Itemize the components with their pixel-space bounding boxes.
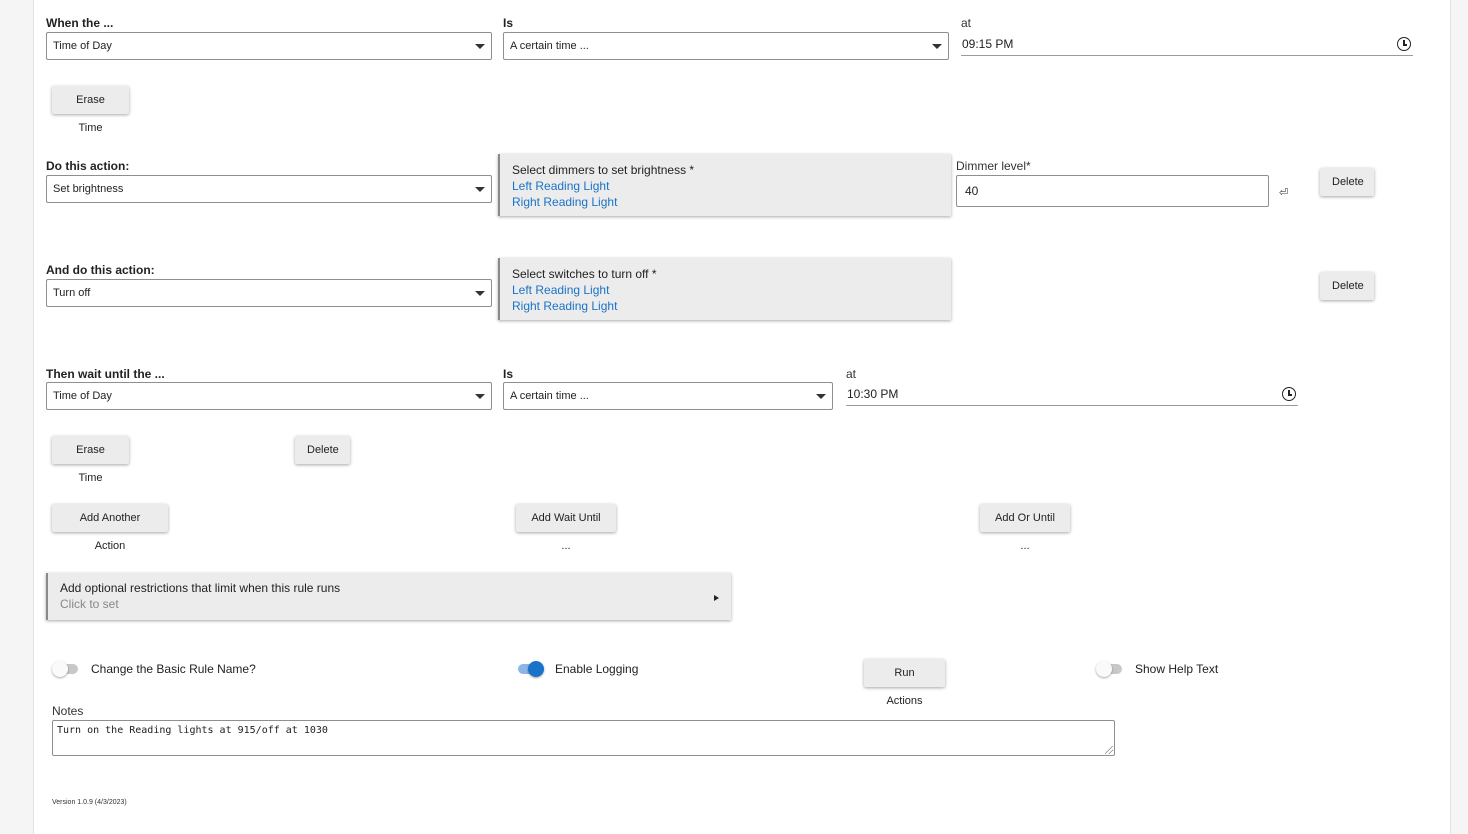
trigger-capability-value: Time of Day bbox=[53, 40, 112, 52]
toggle-knob bbox=[528, 661, 544, 677]
notes-value: Turn on the Reading lights at 915/off at… bbox=[57, 725, 328, 736]
chevron-down-icon bbox=[475, 44, 485, 49]
chevron-down-icon bbox=[475, 291, 485, 296]
add-another-action-button[interactable]: Add Another Action bbox=[52, 504, 168, 552]
dimmer-level-value: 40 bbox=[965, 184, 979, 198]
picker-title: Select switches to turn off * bbox=[512, 267, 657, 281]
when-label: When the ... bbox=[46, 16, 114, 30]
at-label: at bbox=[961, 16, 972, 30]
action1-label: Do this action: bbox=[46, 159, 130, 173]
chevron-down-icon bbox=[475, 394, 485, 399]
delete-wait-button[interactable]: Delete bbox=[295, 436, 350, 464]
notes-label: Notes bbox=[52, 704, 84, 718]
notes-textarea[interactable]: Turn on the Reading lights at 915/off at… bbox=[52, 720, 1115, 756]
wait-label: Then wait until the ... bbox=[46, 367, 165, 381]
dimmer-device-picker[interactable]: Select dimmers to set brightness * Left … bbox=[498, 154, 951, 216]
action1-select[interactable]: Set brightness bbox=[46, 175, 492, 203]
restrictions-subtitle: Click to set bbox=[60, 597, 119, 611]
trigger-capability-select[interactable]: Time of Day bbox=[46, 32, 492, 60]
erase-time-button[interactable]: Erase Time bbox=[52, 436, 129, 484]
device-link[interactable]: Right Reading Light bbox=[512, 298, 939, 314]
trigger-time-input[interactable]: 09:15 PM bbox=[961, 32, 1413, 56]
action2-select[interactable]: Turn off bbox=[46, 279, 492, 307]
dimmer-level-input[interactable]: 40 bbox=[956, 175, 1269, 207]
wait-at-label: at bbox=[846, 367, 857, 381]
wait-time-input[interactable]: 10:30 PM bbox=[846, 382, 1298, 406]
trigger-condition-value: A certain time ... bbox=[510, 40, 589, 52]
version-text: Version 1.0.9 (4/3/2023) bbox=[52, 799, 127, 806]
device-link[interactable]: Left Reading Light bbox=[512, 178, 939, 194]
delete-action2-button[interactable]: Delete bbox=[1320, 272, 1374, 300]
toggle-knob bbox=[1096, 661, 1112, 677]
wait-is-label: Is bbox=[503, 367, 514, 381]
device-link[interactable]: Left Reading Light bbox=[512, 282, 939, 298]
action1-value: Set brightness bbox=[53, 183, 124, 195]
logging-toggle[interactable] bbox=[516, 659, 544, 679]
trigger-time-value: 09:15 PM bbox=[962, 37, 1014, 51]
rename-toggle-label: Change the Basic Rule Name? bbox=[91, 662, 256, 676]
wait-condition-value: A certain time ... bbox=[510, 390, 589, 402]
logging-toggle-label: Enable Logging bbox=[555, 662, 639, 676]
trigger-condition-select[interactable]: A certain time ... bbox=[503, 32, 949, 60]
resize-grip-icon[interactable] bbox=[1105, 746, 1113, 754]
switch-device-picker[interactable]: Select switches to turn off * Left Readi… bbox=[498, 258, 951, 320]
chevron-down-icon bbox=[932, 44, 942, 49]
chevron-down-icon bbox=[816, 394, 826, 399]
chevron-down-icon bbox=[475, 187, 485, 192]
rename-toggle[interactable] bbox=[52, 659, 80, 679]
help-text-toggle[interactable] bbox=[1096, 659, 1124, 679]
toggle-knob bbox=[52, 661, 68, 677]
dimmer-level-label: Dimmer level* bbox=[956, 159, 1031, 173]
wait-capability-select[interactable]: Time of Day bbox=[46, 382, 492, 410]
enter-icon[interactable]: ⏎ bbox=[1279, 186, 1288, 199]
rule-page: When the ... Time of Day Is A certain ti… bbox=[33, 0, 1451, 834]
action2-label: And do this action: bbox=[46, 263, 155, 277]
add-wait-until-button[interactable]: Add Wait Until ... bbox=[516, 504, 616, 552]
clock-icon[interactable] bbox=[1397, 37, 1411, 51]
restrictions-panel[interactable]: Add optional restrictions that limit whe… bbox=[46, 573, 731, 620]
delete-action1-button[interactable]: Delete bbox=[1320, 168, 1374, 196]
erase-time-button[interactable]: Erase Time bbox=[52, 86, 129, 134]
play-arrow-icon bbox=[714, 595, 719, 601]
is-label: Is bbox=[503, 16, 514, 30]
picker-title: Select dimmers to set brightness * bbox=[512, 163, 695, 177]
wait-condition-select[interactable]: A certain time ... bbox=[503, 382, 833, 410]
clock-icon[interactable] bbox=[1282, 387, 1296, 401]
wait-time-value: 10:30 PM bbox=[847, 387, 899, 401]
device-link[interactable]: Right Reading Light bbox=[512, 194, 939, 210]
restrictions-title: Add optional restrictions that limit whe… bbox=[60, 581, 341, 595]
add-or-until-button[interactable]: Add Or Until ... bbox=[980, 504, 1070, 552]
action2-value: Turn off bbox=[53, 287, 91, 299]
wait-capability-value: Time of Day bbox=[53, 390, 112, 402]
help-text-toggle-label: Show Help Text bbox=[1135, 662, 1219, 676]
run-actions-button[interactable]: Run Actions bbox=[864, 659, 945, 707]
